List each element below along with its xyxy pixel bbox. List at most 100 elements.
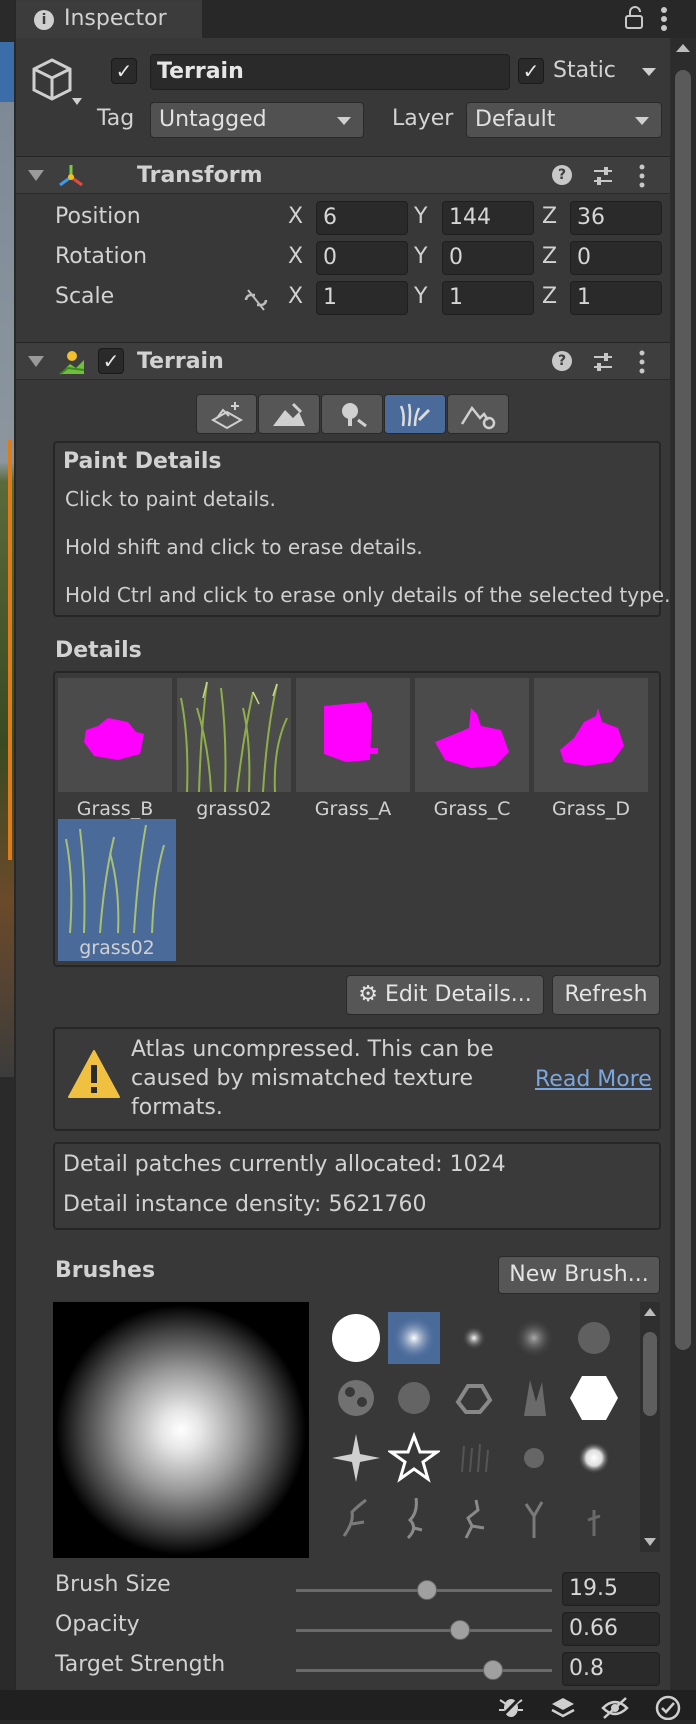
axis-label-y: Y xyxy=(414,244,428,269)
object-name-field[interactable]: Terrain xyxy=(150,54,510,90)
static-label: Static xyxy=(553,58,616,83)
foldout-arrow-icon[interactable] xyxy=(28,170,44,181)
position-x-field[interactable]: 6 xyxy=(316,201,408,235)
tool-paint-details[interactable] xyxy=(384,394,446,434)
help-icon[interactable]: ? xyxy=(552,165,572,185)
brush-item[interactable] xyxy=(330,1312,382,1364)
detail-item[interactable]: Grass_B xyxy=(58,678,174,820)
terrain-title: Terrain xyxy=(137,349,224,374)
terrain-enabled-toggle[interactable]: ✓ xyxy=(98,348,124,374)
brush-item-selected[interactable] xyxy=(388,1312,440,1364)
read-more-link[interactable]: Read More xyxy=(535,1067,652,1092)
brush-item[interactable] xyxy=(388,1492,440,1544)
rotation-y-field[interactable]: 0 xyxy=(442,241,534,275)
detail-item[interactable]: Grass_D xyxy=(534,678,650,820)
scroll-thumb[interactable] xyxy=(643,1332,657,1416)
unlink-scale-icon[interactable] xyxy=(242,288,270,316)
axis-label-x: X xyxy=(288,284,304,309)
active-toggle[interactable]: ✓ xyxy=(111,58,137,84)
rotation-z-field[interactable]: 0 xyxy=(570,241,662,275)
detail-item[interactable]: grass02 xyxy=(177,678,293,820)
paint-details-title: Paint Details xyxy=(63,449,222,474)
brush-item[interactable] xyxy=(330,1432,382,1484)
brush-item[interactable] xyxy=(568,1372,620,1424)
foldout-arrow-icon[interactable] xyxy=(28,356,44,367)
edit-details-button[interactable]: ⚙ Edit Details... xyxy=(346,975,544,1015)
brush-item[interactable] xyxy=(508,1312,560,1364)
tool-create-neighbor[interactable] xyxy=(196,394,257,434)
paint-trees-icon xyxy=(342,403,367,428)
scale-x-field[interactable]: 1 xyxy=(316,281,408,315)
component-menu-icon[interactable] xyxy=(638,349,646,379)
tool-paint-terrain[interactable] xyxy=(258,394,320,434)
scroll-up-icon[interactable] xyxy=(676,44,690,52)
slider-track[interactable] xyxy=(296,1629,552,1632)
chevron-down-icon xyxy=(635,117,649,125)
refresh-button[interactable]: Refresh xyxy=(552,975,660,1015)
scale-y-field[interactable]: 1 xyxy=(442,281,534,315)
details-grid: Grass_B grass02 Grass_A Grass_C Grass_D … xyxy=(53,671,661,967)
axis-label-z: Z xyxy=(542,284,558,309)
slider-handle[interactable] xyxy=(417,1580,437,1600)
transform-header[interactable]: Transform ? xyxy=(16,156,670,194)
brush-item[interactable] xyxy=(448,1372,500,1424)
scale-z-field[interactable]: 1 xyxy=(570,281,662,315)
brush-item[interactable] xyxy=(388,1372,440,1424)
position-y-field[interactable]: 144 xyxy=(442,201,534,235)
lock-icon[interactable] xyxy=(624,6,644,34)
tool-paint-trees[interactable] xyxy=(321,394,383,434)
brush-item[interactable] xyxy=(386,1431,442,1484)
brush-item[interactable] xyxy=(568,1432,620,1484)
rotation-x-field[interactable]: 0 xyxy=(316,241,408,275)
position-z-field[interactable]: 36 xyxy=(570,201,662,235)
scroll-up-icon[interactable] xyxy=(644,1308,656,1316)
static-dropdown-caret[interactable] xyxy=(642,68,656,76)
new-brush-button[interactable]: New Brush... xyxy=(498,1256,660,1294)
presets-icon[interactable] xyxy=(592,351,614,377)
missing-texture-icon xyxy=(435,708,509,768)
brush-item[interactable] xyxy=(508,1492,560,1544)
scroll-down-icon[interactable] xyxy=(644,1538,656,1546)
brush-item[interactable] xyxy=(508,1372,560,1424)
slider-handle[interactable] xyxy=(483,1660,503,1680)
brush-item[interactable] xyxy=(330,1372,382,1424)
tag-dropdown[interactable]: Untagged xyxy=(150,102,364,138)
terrain-header[interactable]: ✓ Terrain ? xyxy=(16,342,670,380)
transform-title: Transform xyxy=(137,163,263,188)
detail-thumbnail xyxy=(296,678,410,792)
terrain-component-icon xyxy=(58,348,86,380)
brush-item[interactable] xyxy=(568,1492,620,1544)
inspector-tab[interactable]: i Inspector xyxy=(16,0,202,38)
brush-item[interactable] xyxy=(448,1312,500,1364)
transform-row-label: Position xyxy=(55,204,141,229)
scroll-thumb[interactable] xyxy=(675,70,691,1350)
component-menu-icon[interactable] xyxy=(638,163,646,193)
slider-handle[interactable] xyxy=(450,1620,470,1640)
detail-item[interactable]: Grass_C xyxy=(415,678,531,820)
tool-terrain-settings[interactable] xyxy=(447,394,509,434)
slider-track[interactable] xyxy=(296,1669,552,1672)
setting-value-field[interactable]: 0.66 xyxy=(562,1612,660,1646)
brush-grid-scrollbar[interactable] xyxy=(640,1302,660,1552)
detail-name: Grass_D xyxy=(551,798,631,820)
brush-item[interactable] xyxy=(568,1312,620,1364)
detail-item[interactable]: Grass_A xyxy=(296,678,412,820)
brush-item[interactable] xyxy=(448,1492,500,1544)
brush-item[interactable] xyxy=(508,1432,560,1484)
brushes-label: Brushes xyxy=(55,1258,156,1283)
terrain-settings-icon xyxy=(460,405,496,430)
transform-row-label: Rotation xyxy=(55,244,148,269)
brush-item[interactable] xyxy=(448,1432,500,1484)
detail-item-selected[interactable]: grass02 xyxy=(58,819,176,961)
setting-value-field[interactable]: 0.8 xyxy=(562,1652,660,1686)
layer-dropdown[interactable]: Default xyxy=(466,102,662,138)
kebab-menu-icon[interactable] xyxy=(660,6,668,36)
presets-icon[interactable] xyxy=(592,165,614,191)
inspector-scrollbar[interactable] xyxy=(670,38,696,1690)
help-icon[interactable]: ? xyxy=(552,351,572,371)
brush-item[interactable] xyxy=(330,1492,382,1544)
static-toggle[interactable]: ✓ xyxy=(518,58,544,84)
transform-row-label: Scale xyxy=(55,284,115,309)
gameobject-cube-icon[interactable] xyxy=(28,54,84,114)
setting-value-field[interactable]: 19.5 xyxy=(562,1572,660,1606)
